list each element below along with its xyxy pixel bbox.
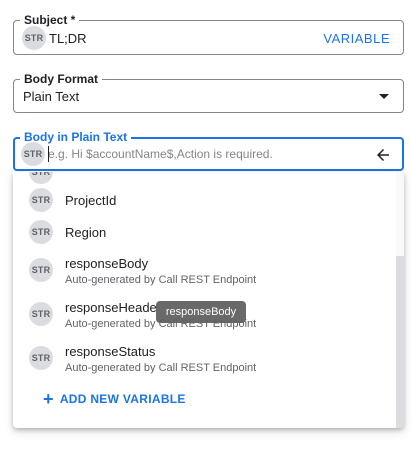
variable-item-projectid[interactable]: STR ProjectId — [13, 188, 395, 220]
body-format-select[interactable]: Body Format Plain Text — [13, 72, 404, 113]
str-type-chip: STR — [29, 188, 53, 212]
variable-name: Region — [65, 225, 107, 240]
variable-item-responsebody[interactable]: STR responseBody Auto-generated by Call … — [13, 254, 395, 298]
arrow-back-icon[interactable] — [374, 146, 392, 164]
str-type-chip: STR — [29, 220, 53, 244]
variable-name: ProjectId — [65, 193, 117, 208]
variable-name: responseStatus — [65, 344, 156, 359]
body-format-label: Body Format — [20, 72, 103, 86]
variable-name: responseBody — [65, 256, 149, 271]
variable-item-region[interactable]: STR Region — [13, 220, 395, 252]
variable-name: responseHeade — [65, 300, 157, 315]
variable-button[interactable]: VARIABLE — [323, 31, 390, 46]
list-item[interactable]: STR — [13, 172, 395, 184]
str-type-chip: STR — [29, 346, 53, 370]
body-format-value: Plain Text — [23, 89, 80, 104]
variable-description: Auto-generated by Call REST Endpoint — [65, 274, 257, 286]
variables-dropdown[interactable]: STR STR ProjectId STR Region STR respons… — [13, 172, 404, 428]
body-plain-text-field[interactable]: Body in Plain Text STR — [13, 130, 404, 171]
text-cursor — [48, 146, 49, 162]
subject-label: Subject * — [20, 13, 80, 27]
variable-item-responsestatus[interactable]: STR responseStatus Auto-generated by Cal… — [13, 342, 395, 386]
body-plain-text-input[interactable] — [48, 144, 368, 164]
subject-value[interactable]: TL;DR — [49, 31, 87, 46]
add-new-variable-label: ADD NEW VARIABLE — [59, 392, 186, 406]
caret-down-icon[interactable] — [379, 94, 389, 99]
str-type-chip: STR — [22, 26, 46, 50]
tooltip: responseBody — [156, 301, 246, 323]
str-type-chip: STR — [29, 258, 53, 282]
variable-description: Auto-generated by Call REST Endpoint — [65, 362, 257, 374]
scrollbar-thumb[interactable] — [396, 256, 404, 428]
add-new-variable-button[interactable]: + ADD NEW VARIABLE — [43, 389, 186, 409]
subject-field[interactable]: Subject * STR TL;DR VARIABLE — [13, 13, 404, 55]
str-type-chip: STR — [29, 302, 53, 326]
str-type-chip: STR — [21, 142, 45, 166]
plus-icon: + — [43, 389, 54, 409]
str-type-chip: STR — [29, 172, 53, 184]
